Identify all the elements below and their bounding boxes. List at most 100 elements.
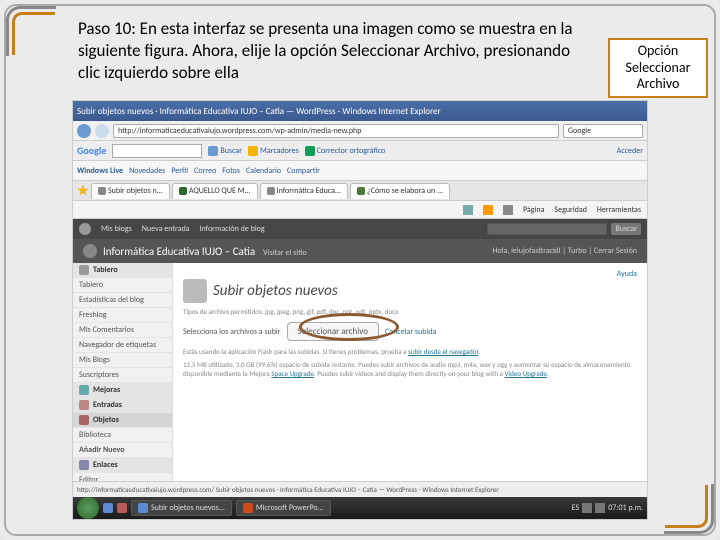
sidebar-item-mis-comentarios[interactable]: Mis Comentarios [73, 323, 172, 338]
select-file-row: Selecciona los archivos a subir Seleccio… [183, 322, 637, 341]
wlive-perfil[interactable]: Perfil [171, 166, 188, 176]
wlive-compartir[interactable]: Compartir [287, 166, 320, 176]
dashboard-icon [79, 265, 89, 275]
cancelar-subida-button[interactable]: Cancelar subida [385, 327, 436, 337]
page-title-row: Subir objetos nuevos [183, 279, 637, 303]
ie-status-bar: http://informaticaeducativaiujo.wordpres… [73, 481, 647, 497]
powerpoint-icon [243, 503, 253, 513]
wlive-novedades[interactable]: Novedades [129, 166, 165, 176]
sidebar-item-biblioteca[interactable]: Biblioteca [73, 428, 172, 443]
sidebar-item-nav-etiquetas[interactable]: Navegador de etiquetas [73, 338, 172, 353]
lang-indicator[interactable]: ES [572, 503, 580, 513]
favorites-icon[interactable] [77, 185, 89, 197]
wp-logo-icon[interactable] [79, 223, 91, 235]
visit-site-link[interactable]: Visitar el sitio [263, 248, 307, 258]
system-tray: ES 07:01 p.m. [572, 503, 643, 513]
sidebar-item-entradas[interactable]: Entradas [73, 398, 172, 413]
sidebar-item-estadisticas[interactable]: Estadísticas del blog [73, 293, 172, 308]
page-icon [357, 187, 365, 195]
wlive-calendario[interactable]: Calendario [246, 166, 281, 176]
ie-address-bar: http://informaticaeducativaiujo.wordpres… [73, 121, 647, 141]
links-icon [79, 460, 89, 470]
sidebar-item-tablero[interactable]: Tablero [73, 278, 172, 293]
help-link[interactable]: Ayuda [183, 269, 637, 279]
google-search-input[interactable] [112, 144, 202, 158]
wp-admin-bar: Mis blogs Nueva entrada Información de b… [73, 219, 647, 239]
tray-icon[interactable] [582, 503, 592, 513]
url-text: http://informaticaeducativaiujo.wordpres… [118, 126, 361, 136]
search-engine-box[interactable]: Google [563, 124, 643, 138]
wp-nueva-entrada[interactable]: Nueva entrada [142, 224, 190, 234]
tab-informatica[interactable]: Informática Educa... [260, 183, 348, 199]
acceder-link[interactable]: Acceder [617, 146, 643, 156]
sidebar-item-anadir-nuevo[interactable]: Añadir Nuevo [73, 443, 172, 458]
wp-icon [83, 244, 97, 258]
sidebar-item-mejoras[interactable]: Mejoras [73, 383, 172, 398]
marcadores-button[interactable]: Marcadores [248, 146, 299, 156]
ie-command-bar: Página Seguridad Herramientas [73, 201, 647, 219]
spellcheck-icon [305, 146, 315, 156]
wlive-correo[interactable]: Correo [194, 166, 216, 176]
media-icon [79, 415, 89, 425]
windowslive-toolbar: Windows Live Novedades Perfil Correo Fot… [73, 161, 647, 181]
posts-icon [79, 400, 89, 410]
ie-icon [138, 503, 148, 513]
wp-mis-blogs[interactable]: Mis blogs [101, 224, 132, 234]
safety-menu[interactable]: Seguridad [554, 205, 587, 215]
taskbar-ie-button[interactable]: Subir objetos nuevos... [131, 500, 232, 516]
seleccionar-archivo-button[interactable]: Seleccionar archivo [287, 322, 379, 341]
storage-usage-note: 12,5 MB utilizado, 3,0 GB (99,6%) espaci… [183, 360, 637, 378]
page-menu[interactable]: Página [523, 205, 544, 215]
back-icon[interactable] [77, 124, 91, 138]
home-icon[interactable] [463, 205, 473, 215]
space-upgrade-link[interactable]: Space Upgrade [271, 369, 314, 378]
wp-admin-search-input[interactable] [487, 223, 607, 235]
clock[interactable]: 07:01 p.m. [608, 503, 643, 513]
url-input[interactable]: http://informaticaeducativaiujo.wordpres… [113, 124, 559, 138]
site-title: Informática Educativa IUJO – CatiaVisita… [103, 245, 492, 258]
sidebar-item-freshlog[interactable]: Freshlog [73, 308, 172, 323]
tab-aquello[interactable]: AQUELLO QUE M... [172, 183, 258, 199]
taskbar-ppt-button[interactable]: Microsoft PowerPo... [236, 500, 331, 516]
wp-info-blog[interactable]: Información de blog [200, 224, 265, 234]
wlive-logo: Windows Live [77, 166, 123, 176]
sidebar-item-objetos[interactable]: Objetos [73, 413, 172, 428]
google-logo: Google [77, 144, 106, 157]
embedded-screenshot: Subir objetos nuevos · Informática Educa… [72, 100, 648, 520]
browser-upload-link[interactable]: subir desde el navegador [408, 347, 478, 356]
flash-uploader-note: Estás usando la aplicación Flash para la… [183, 347, 637, 356]
tab-subir-objetos[interactable]: Subir objetos n... [91, 183, 170, 199]
tab-como-elabora[interactable]: ¿Cómo se elabora un ... [350, 183, 450, 199]
buscar-button[interactable]: Buscar [208, 146, 242, 156]
user-greeting[interactable]: Hola, ieiujofasttrackll | Turbo | Cerrar… [492, 246, 637, 256]
search-engine-text: Google [568, 126, 591, 136]
start-button[interactable] [77, 497, 99, 519]
step-instruction: Paso 10: En esta interfaz se presenta un… [78, 18, 588, 84]
print-icon[interactable] [503, 205, 513, 215]
wp-site-header: Informática Educativa IUJO – CatiaVisita… [73, 239, 647, 263]
select-files-label: Selecciona los archivos a subir [183, 327, 281, 337]
quicklaunch-icon[interactable] [103, 503, 113, 513]
upload-icon [183, 279, 207, 303]
page-title: Subir objetos nuevos [213, 282, 338, 300]
wp-admin-search-button[interactable]: Buscar [611, 223, 641, 235]
allowed-types-text: Tipos de archivo permitidos: jpg, jpeg, … [183, 307, 637, 316]
google-toolbar: Google Buscar Marcadores Corrector ortog… [73, 141, 647, 161]
corrector-button[interactable]: Corrector ortográfico [305, 146, 386, 156]
sidebar-item-suscriptores[interactable]: Suscriptores [73, 368, 172, 383]
page-icon [179, 187, 187, 195]
video-upgrade-link[interactable]: Video Upgrade [505, 369, 547, 378]
callout-text: Opción Seleccionar Archivo [610, 43, 706, 93]
feed-icon[interactable] [483, 205, 493, 215]
window-title: Subir objetos nuevos · Informática Educa… [77, 106, 643, 117]
forward-icon[interactable] [95, 124, 109, 138]
quicklaunch-icon[interactable] [117, 503, 127, 513]
browser-tabs: Subir objetos n... AQUELLO QUE M... Info… [73, 181, 647, 201]
sidebar-item-mis-blogs[interactable]: Mis Blogs [73, 353, 172, 368]
sidebar-item-tablero-head[interactable]: Tablero [73, 263, 172, 278]
tools-menu[interactable]: Herramientas [597, 205, 641, 215]
sidebar-item-enlaces[interactable]: Enlaces [73, 458, 172, 473]
wlive-fotos[interactable]: Fotos [222, 166, 240, 176]
volume-icon[interactable] [595, 503, 605, 513]
wp-icon [98, 187, 106, 195]
